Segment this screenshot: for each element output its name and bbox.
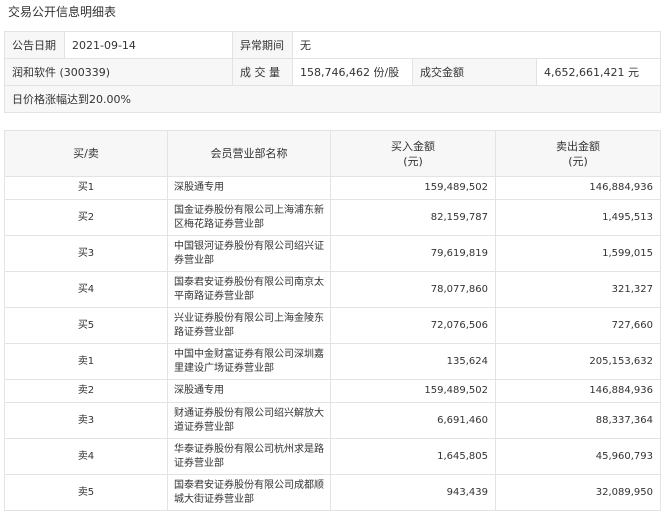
buy-amount-cell: 79,619,819	[330, 235, 496, 272]
side-cell: 买1	[4, 176, 168, 200]
dept-cell: 华泰证券股份有限公司杭州求是路证券营业部	[167, 438, 331, 475]
abnormal-period-value: 无	[291, 31, 662, 59]
buy-amount-cell: 78,077,860	[330, 271, 496, 308]
reason-text: 日价格涨幅达到20.00%	[3, 85, 662, 113]
side-cell: 卖4	[4, 438, 168, 475]
side-cell: 买5	[4, 307, 168, 344]
stock-name: 润和软件 (300339)	[4, 58, 233, 86]
buy-amount-cell: 159,489,502	[330, 379, 496, 403]
dept-cell: 中国银河证券股份有限公司绍兴证券营业部	[167, 235, 331, 272]
info-row: 日价格涨幅达到20.00%	[3, 85, 662, 113]
announce-date-value: 2021-09-14	[64, 31, 233, 59]
table-row: 卖1 中国中金财富证券有限公司深圳嘉里建设广场证券营业部 135,624 205…	[4, 343, 661, 380]
dept-cell: 国泰君安证券股份有限公司南京太平南路证券营业部	[167, 271, 331, 308]
table-row: 卖3 财通证券股份有限公司绍兴解放大道证券营业部 6,691,460 88,33…	[4, 402, 661, 439]
buy-header-label: 买入金额	[391, 139, 435, 153]
dept-cell: 深股通专用	[167, 176, 331, 200]
buy-header: 买入金额 (元)	[330, 130, 496, 177]
buy-amount-cell: 943,439	[330, 474, 496, 511]
buy-amount-cell: 72,076,506	[330, 307, 496, 344]
side-cell: 卖3	[4, 402, 168, 439]
sell-header-unit: (元)	[568, 154, 588, 168]
info-row: 润和软件 (300339) 成 交 量 158,746,462 份/股 成交金额…	[4, 58, 662, 86]
sell-amount-cell: 32,089,950	[495, 474, 661, 511]
page-title: 交易公开信息明细表	[8, 5, 117, 19]
buy-amount-cell: 82,159,787	[330, 199, 496, 236]
sell-amount-cell: 146,884,936	[495, 176, 661, 200]
table-row: 买4 国泰君安证券股份有限公司南京太平南路证券营业部 78,077,860 32…	[4, 271, 661, 308]
side-cell: 买3	[4, 235, 168, 272]
volume-value: 158,746,462 份/股	[292, 58, 413, 86]
buy-amount-cell: 159,489,502	[330, 176, 496, 200]
side-cell: 卖5	[4, 474, 168, 511]
sell-header: 卖出金额 (元)	[495, 130, 661, 177]
dept-cell: 财通证券股份有限公司绍兴解放大道证券营业部	[167, 402, 331, 439]
table-row: 买1 深股通专用 159,489,502 146,884,936	[4, 176, 661, 200]
buy-amount-cell: 1,645,805	[330, 438, 496, 475]
sell-amount-cell: 1,495,513	[495, 199, 661, 236]
table-row: 买5 兴业证券股份有限公司上海金陵东路证券营业部 72,076,506 727,…	[4, 307, 661, 344]
buy-header-unit: (元)	[403, 154, 423, 168]
table-row: 买2 国金证券股份有限公司上海浦东新区梅花路证券营业部 82,159,787 1…	[4, 199, 661, 236]
trades-table: 买/卖 会员营业部名称 买入金额 (元) 卖出金额 (元) 买1 深股通专用 1…	[4, 130, 661, 511]
buy-amount-cell: 135,624	[330, 343, 496, 380]
sell-header-label: 卖出金额	[556, 139, 600, 153]
dept-cell: 国金证券股份有限公司上海浦东新区梅花路证券营业部	[167, 199, 331, 236]
side-cell: 卖2	[4, 379, 168, 403]
side-cell: 卖1	[4, 343, 168, 380]
trades-header-row: 买/卖 会员营业部名称 买入金额 (元) 卖出金额 (元)	[4, 130, 661, 177]
sell-amount-cell: 321,327	[495, 271, 661, 308]
side-cell: 买4	[4, 271, 168, 308]
announce-date-label: 公告日期	[4, 31, 65, 59]
volume-label: 成 交 量	[232, 58, 293, 86]
sell-amount-cell: 45,960,793	[495, 438, 661, 475]
sell-amount-cell: 205,153,632	[495, 343, 661, 380]
table-row: 卖4 华泰证券股份有限公司杭州求是路证券营业部 1,645,805 45,960…	[4, 438, 661, 475]
dept-cell: 中国中金财富证券有限公司深圳嘉里建设广场证券营业部	[167, 343, 331, 380]
dept-cell: 兴业证券股份有限公司上海金陵东路证券营业部	[167, 307, 331, 344]
dept-cell: 深股通专用	[167, 379, 331, 403]
sell-amount-cell: 1,599,015	[495, 235, 661, 272]
sell-amount-cell: 146,884,936	[495, 379, 661, 403]
amount-label: 成交金额	[412, 58, 537, 86]
table-row: 卖2 深股通专用 159,489,502 146,884,936	[4, 379, 661, 403]
info-table: 公告日期 2021-09-14 异常期间 无 润和软件 (300339) 成 交…	[3, 31, 662, 113]
buy-amount-cell: 6,691,460	[330, 402, 496, 439]
info-row: 公告日期 2021-09-14 异常期间 无	[4, 31, 662, 59]
abnormal-period-label: 异常期间	[232, 31, 293, 59]
dept-header: 会员营业部名称	[167, 130, 331, 177]
dept-cell: 国泰君安证券股份有限公司成都顺城大街证券营业部	[167, 474, 331, 511]
sell-amount-cell: 727,660	[495, 307, 661, 344]
sell-amount-cell: 88,337,364	[495, 402, 661, 439]
side-header: 买/卖	[4, 130, 168, 177]
table-row: 买3 中国银河证券股份有限公司绍兴证券营业部 79,619,819 1,599,…	[4, 235, 661, 272]
side-cell: 买2	[4, 199, 168, 236]
amount-value: 4,652,661,421 元	[535, 58, 662, 86]
table-row: 卖5 国泰君安证券股份有限公司成都顺城大街证券营业部 943,439 32,08…	[4, 474, 661, 511]
